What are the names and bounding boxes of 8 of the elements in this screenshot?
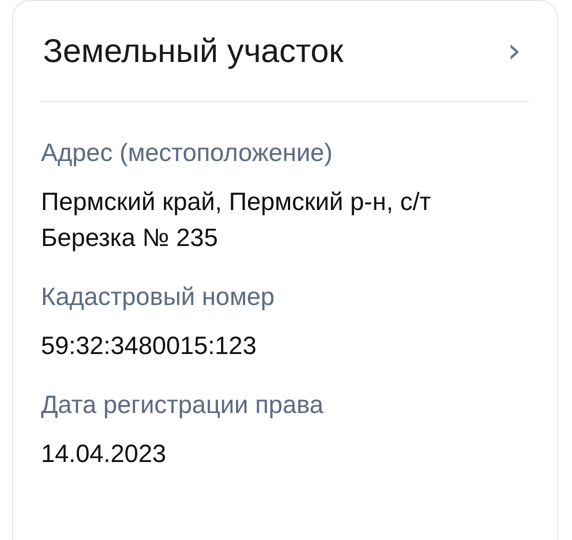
field-label: Кадастровый номер	[41, 282, 276, 313]
card-title: Земельный участок	[42, 32, 344, 70]
field-value: 14.04.2023	[41, 439, 168, 470]
field-label: Адрес (местоположение)	[41, 138, 334, 169]
field-value: Пермский край, Пермский р-н, с/т Березка № 235	[41, 187, 432, 254]
chevron-button[interactable]: ›	[499, 31, 529, 71]
field-label: Дата регистрации права	[41, 390, 324, 421]
field-value: 59:32:3480015:123	[41, 331, 258, 362]
